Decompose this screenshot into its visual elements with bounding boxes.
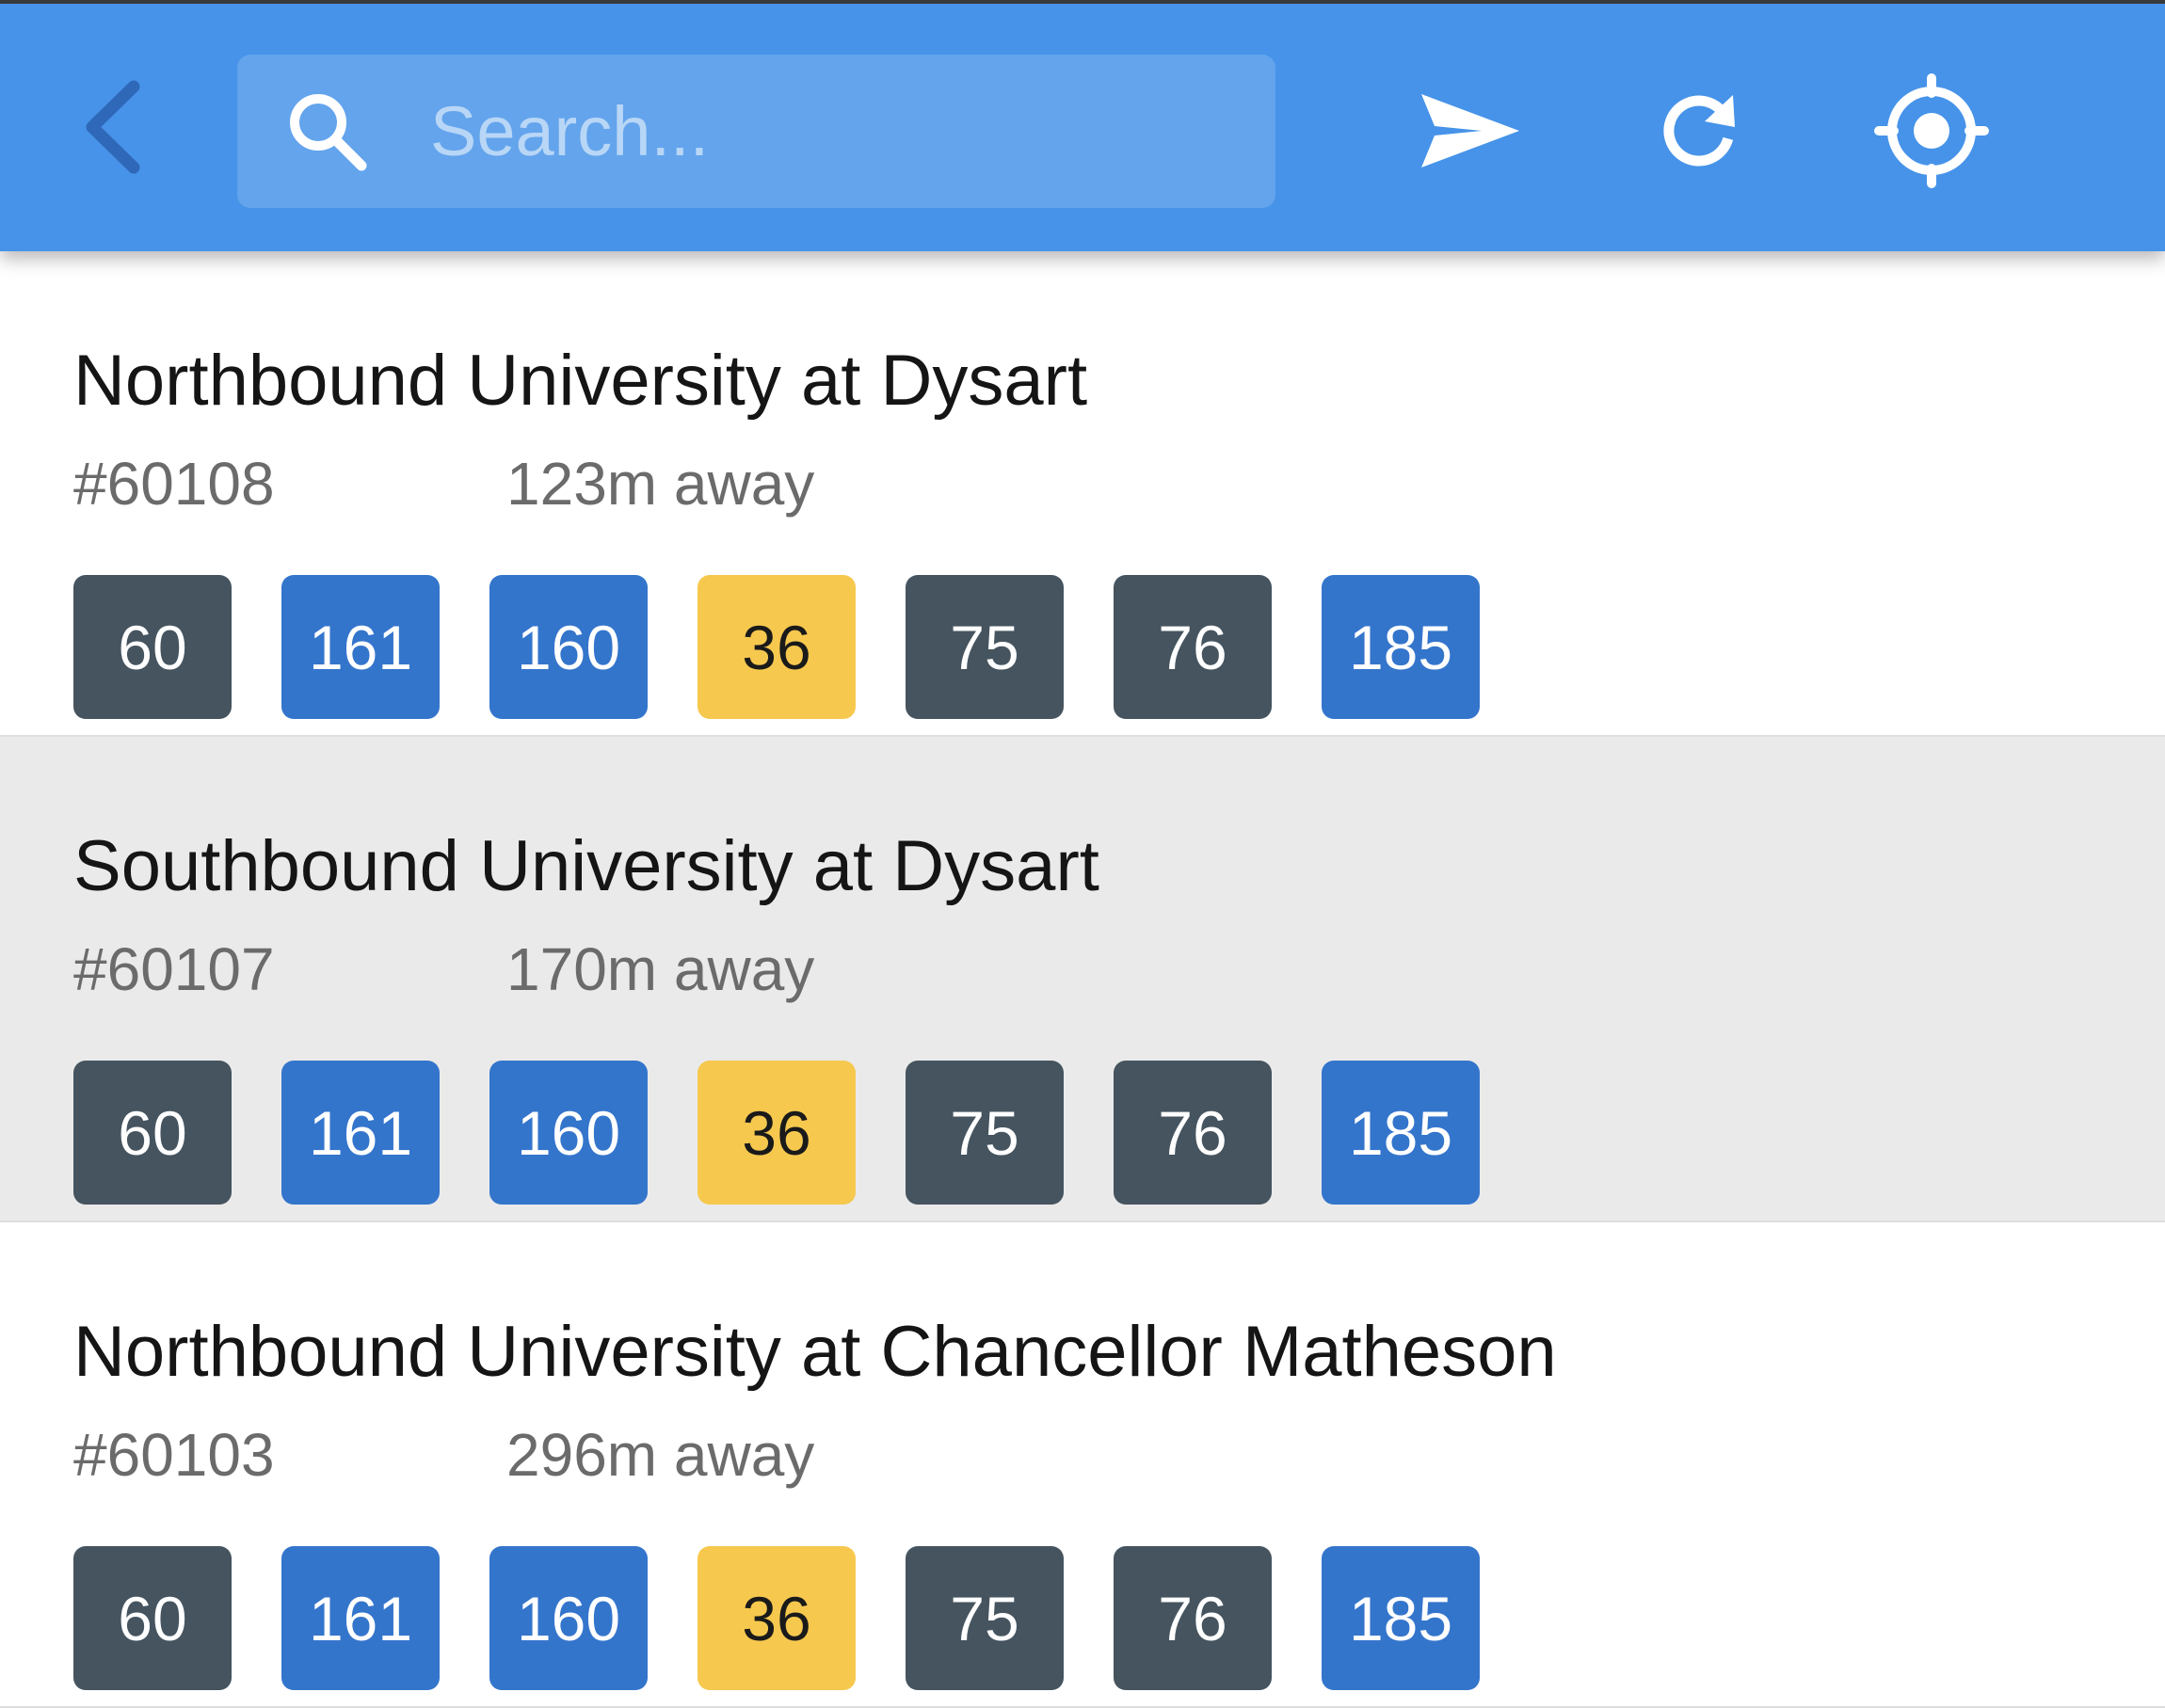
route-badge[interactable]: 36 — [698, 1061, 856, 1205]
route-badge[interactable]: 160 — [489, 575, 648, 719]
route-badge[interactable]: 60 — [73, 1061, 232, 1205]
search-input[interactable] — [430, 55, 1240, 208]
route-badge[interactable]: 76 — [1114, 1061, 1272, 1205]
route-badge[interactable]: 76 — [1114, 575, 1272, 719]
stop-id: #60107 — [73, 935, 275, 1003]
route-badge[interactable]: 161 — [281, 1546, 440, 1690]
route-badge[interactable]: 75 — [906, 1546, 1064, 1690]
stop-name: Southbound University at Dysart — [73, 826, 1099, 906]
stop-id: #60103 — [73, 1421, 275, 1489]
route-badge[interactable]: 161 — [281, 1061, 440, 1205]
refresh-button[interactable] — [1638, 70, 1760, 192]
stop-list: Northbound University at Dysart #60108 1… — [0, 251, 2165, 1708]
stop-id: #60108 — [73, 450, 275, 518]
stop-distance: 123m away — [506, 450, 815, 518]
chevron-left-icon — [86, 80, 140, 174]
stop-name: Northbound University at Dysart — [73, 341, 1088, 421]
route-badges: 60 161 160 36 75 76 185 — [73, 575, 1530, 719]
route-badge[interactable]: 160 — [489, 1061, 648, 1205]
route-badge[interactable]: 60 — [73, 1546, 232, 1690]
route-badge[interactable]: 75 — [906, 1061, 1064, 1205]
app-bar — [0, 4, 2165, 251]
send-button[interactable] — [1409, 70, 1532, 192]
route-badge[interactable]: 60 — [73, 575, 232, 719]
route-badge[interactable]: 160 — [489, 1546, 648, 1690]
route-badge[interactable]: 36 — [698, 575, 856, 719]
stop-name: Northbound University at Chancellor Math… — [73, 1312, 1557, 1392]
route-badges: 60 161 160 36 75 76 185 — [73, 1546, 1530, 1690]
route-badge[interactable]: 161 — [281, 575, 440, 719]
stop-distance: 296m away — [506, 1421, 815, 1489]
route-badge[interactable]: 185 — [1322, 1546, 1480, 1690]
crosshair-icon — [1874, 73, 1989, 188]
route-badges: 60 161 160 36 75 76 185 — [73, 1061, 1530, 1205]
back-button[interactable] — [77, 75, 162, 179]
search-icon — [290, 94, 367, 171]
route-badge[interactable]: 75 — [906, 575, 1064, 719]
stop-distance: 170m away — [506, 935, 815, 1003]
route-badge[interactable]: 185 — [1322, 575, 1480, 719]
refresh-icon — [1663, 95, 1735, 167]
route-badge[interactable]: 185 — [1322, 1061, 1480, 1205]
route-badge[interactable]: 36 — [698, 1546, 856, 1690]
stop-list-item[interactable]: Northbound University at Dysart #60108 1… — [0, 251, 2165, 737]
route-badge[interactable]: 76 — [1114, 1546, 1272, 1690]
send-icon — [1421, 94, 1519, 168]
stop-list-item-selected[interactable]: Southbound University at Dysart #60107 1… — [0, 737, 2165, 1222]
search-box[interactable] — [237, 55, 1275, 208]
window-top-border — [0, 0, 2165, 4]
stop-list-item[interactable]: Northbound University at Chancellor Math… — [0, 1222, 2165, 1708]
locate-button[interactable] — [1870, 70, 1993, 192]
